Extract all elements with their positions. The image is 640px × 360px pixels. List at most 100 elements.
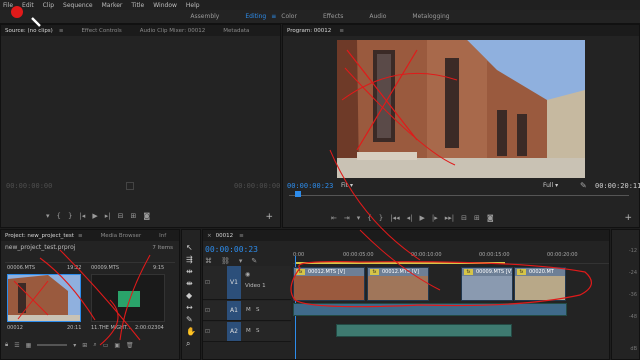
workspace-audio[interactable]: Audio: [369, 13, 386, 20]
workspace-metalogging[interactable]: Metalogging: [412, 13, 449, 20]
eye-icon[interactable]: ◉: [245, 271, 250, 278]
timeline-video-clip[interactable]: fx 00012.MTS [V]: [293, 267, 365, 301]
timeline-settings-icon[interactable]: ✎: [251, 257, 257, 265]
menu-file[interactable]: File: [3, 2, 13, 9]
tab-project[interactable]: Project: new_project_test: [5, 233, 74, 239]
project-item-00012-thumbnail[interactable]: [7, 274, 81, 322]
goto-out-icon[interactable]: ▸▸|: [445, 214, 454, 222]
step-forward-icon[interactable]: ▸|: [105, 212, 111, 220]
timeline-audio-clip-a2[interactable]: [336, 324, 512, 337]
timeline-video-clip[interactable]: fx 00009.MTS [V]: [461, 267, 513, 301]
tab-audio-clip-mixer[interactable]: Audio Clip Mixer: 00012: [140, 28, 206, 34]
solo-button[interactable]: S: [256, 307, 260, 313]
camera-icon[interactable]: ◙: [487, 214, 494, 222]
program-menu-icon[interactable]: ≡: [339, 28, 344, 34]
overwrite-icon[interactable]: ⊞: [130, 212, 136, 220]
project-menu-icon[interactable]: ≡: [78, 233, 83, 239]
mute-button[interactable]: M: [246, 307, 251, 313]
camera-icon[interactable]: ◙: [143, 212, 150, 220]
goto-in-icon[interactable]: |◂◂: [390, 214, 399, 222]
menu-title[interactable]: Title: [131, 2, 144, 9]
rolling-edit-tool-icon[interactable]: ⇼: [186, 278, 196, 290]
timeline-timecode[interactable]: 00:00:00:23: [205, 245, 258, 254]
step-forward-icon[interactable]: |▸: [432, 214, 438, 222]
extract-icon[interactable]: ⇥: [344, 214, 350, 222]
out-point-icon[interactable]: }: [379, 214, 383, 222]
close-icon[interactable]: ×: [207, 233, 212, 239]
linked-selection-icon[interactable]: ⛓︎: [221, 257, 230, 265]
tab-metadata[interactable]: Metadata: [223, 28, 249, 34]
timeline-menu-icon[interactable]: ≡: [239, 233, 244, 239]
tab-program[interactable]: Program: 00012: [287, 28, 331, 34]
search-icon[interactable]: ⌕: [93, 341, 96, 349]
source-menu-icon[interactable]: ≡: [59, 28, 64, 34]
slip-tool-icon[interactable]: ↔: [186, 302, 196, 314]
delete-icon[interactable]: 🗑︎: [126, 342, 134, 349]
menu-marker[interactable]: Marker: [102, 2, 123, 9]
lock-icon[interactable]: ⊡: [205, 328, 210, 335]
tab-effect-controls[interactable]: Effect Controls: [81, 28, 121, 34]
razor-tool-icon[interactable]: ◆: [186, 290, 196, 302]
sort-icon[interactable]: ▾: [73, 342, 76, 349]
playhead-marker[interactable]: [295, 191, 301, 197]
lock-icon[interactable]: ⊡: [205, 279, 210, 286]
project-search-row[interactable]: [5, 255, 175, 263]
add-button-icon[interactable]: +: [265, 212, 273, 222]
wrench-icon[interactable]: ✎: [580, 181, 587, 190]
project-bin-thumbnail[interactable]: [91, 274, 165, 322]
play-icon[interactable]: ▶: [92, 212, 97, 220]
selection-tool-icon[interactable]: ↖: [186, 242, 196, 254]
lift-icon[interactable]: ⇤: [331, 214, 337, 222]
tab-info[interactable]: Inf: [159, 233, 166, 239]
menu-edit[interactable]: Edit: [22, 2, 34, 9]
menu-sequence[interactable]: Sequence: [63, 2, 93, 9]
ripple-edit-tool-icon[interactable]: ⇹: [186, 266, 196, 278]
program-scrubber[interactable]: [289, 195, 629, 196]
tab-media-browser[interactable]: Media Browser: [101, 233, 142, 239]
insert-icon[interactable]: ⊟: [118, 212, 124, 220]
workspace-editing[interactable]: Editing: [245, 13, 266, 20]
track-select-tool-icon[interactable]: ⇶: [186, 254, 196, 266]
workspace-assembly[interactable]: Assembly: [190, 13, 219, 20]
hand-tool-icon[interactable]: ✋: [186, 326, 196, 338]
work-area-bar[interactable]: [295, 262, 505, 264]
lock-icon[interactable]: ⊡: [205, 307, 210, 314]
tab-source[interactable]: Source: (no clips): [5, 28, 53, 34]
snap-icon[interactable]: ⌘: [205, 257, 212, 265]
new-item-icon[interactable]: ▣: [114, 342, 120, 349]
lift-clip-icon[interactable]: ⊟: [461, 214, 467, 222]
workspace-color[interactable]: Color: [281, 13, 297, 20]
extract-clip-icon[interactable]: ⊞: [474, 214, 480, 222]
menu-help[interactable]: Help: [186, 2, 200, 9]
workspace-menu-icon[interactable]: ≡: [271, 13, 276, 20]
fit-dropdown[interactable]: Fit ▾: [341, 182, 353, 189]
zoom-tool-icon[interactable]: ⌕: [186, 338, 196, 350]
out-point-icon[interactable]: }: [68, 212, 72, 220]
zoom-slider[interactable]: [37, 344, 68, 346]
menu-clip[interactable]: Clip: [43, 2, 54, 9]
list-view-icon[interactable]: ☰: [14, 342, 19, 349]
timeline-audio-clip-a1[interactable]: [293, 303, 567, 316]
pen-tool-icon[interactable]: ✎: [186, 314, 196, 326]
marker-icon[interactable]: ▾: [46, 212, 50, 220]
timeline-video-clip[interactable]: fx 00012.MTS [V]: [367, 267, 429, 301]
in-point-icon[interactable]: {: [57, 212, 61, 220]
source-settings-icon[interactable]: [126, 182, 134, 190]
program-timecode-current[interactable]: 00:00:00:23: [287, 182, 333, 190]
add-marker-icon[interactable]: ▾: [239, 257, 243, 265]
tab-sequence[interactable]: 00012: [216, 233, 234, 239]
timeline-video-clip[interactable]: fx 00020.MT: [514, 267, 566, 301]
solo-button[interactable]: S: [256, 328, 260, 334]
marker-icon[interactable]: ▾: [357, 214, 361, 222]
add-button-icon[interactable]: +: [624, 213, 632, 223]
step-back-icon[interactable]: |◂: [79, 212, 85, 220]
play-icon[interactable]: ▶: [419, 214, 424, 222]
in-point-icon[interactable]: {: [367, 214, 371, 222]
mute-button[interactable]: M: [246, 328, 251, 334]
new-bin-icon[interactable]: ▭: [103, 342, 109, 349]
menu-window[interactable]: Window: [153, 2, 177, 9]
workspace-effects[interactable]: Effects: [323, 13, 343, 20]
quality-dropdown[interactable]: Full ▾: [543, 182, 558, 189]
icon-view-icon[interactable]: ▦: [26, 342, 32, 349]
automate-icon[interactable]: ⊞: [82, 342, 87, 349]
